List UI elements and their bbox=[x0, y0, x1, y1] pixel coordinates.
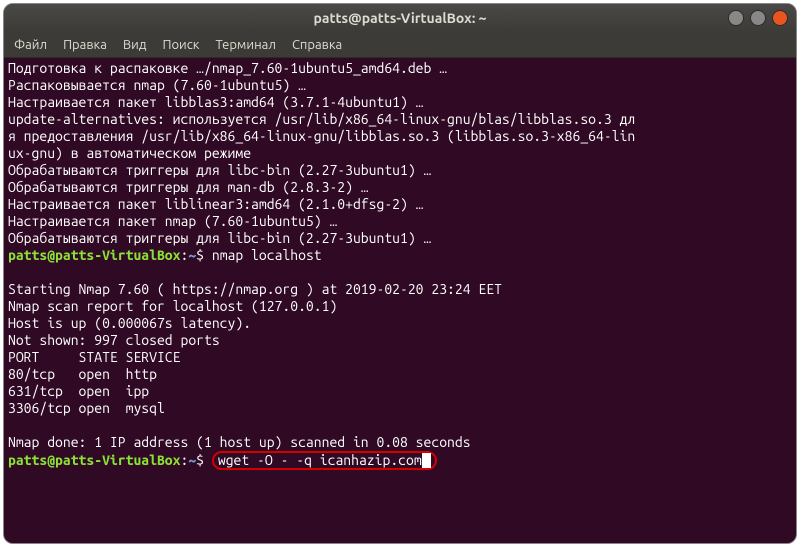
output-line: Настраивается пакет libblas3:amd64 (3.7.… bbox=[8, 94, 424, 110]
title-bar: patts@patts-VirtualBox: ~ bbox=[4, 4, 796, 32]
output-line: 3306/tcp open mysql bbox=[8, 400, 165, 416]
close-button[interactable] bbox=[772, 10, 788, 26]
prompt-end: $ bbox=[196, 247, 212, 263]
output-line: Nmap scan report for localhost (127.0.0.… bbox=[8, 298, 337, 314]
output-line: Not shown: 997 closed ports bbox=[8, 332, 220, 348]
window-controls bbox=[728, 10, 788, 26]
output-line: PORT STATE SERVICE bbox=[8, 349, 180, 365]
output-line: ux-gnu) в автоматическом режиме bbox=[8, 145, 251, 161]
window-title: patts@patts-VirtualBox: ~ bbox=[12, 10, 788, 26]
menu-bar: Файл Правка Вид Поиск Терминал Справка bbox=[4, 32, 796, 58]
output-line: Nmap done: 1 IP address (1 host up) scan… bbox=[8, 434, 471, 450]
menu-search[interactable]: Поиск bbox=[162, 38, 199, 52]
output-line: 80/tcp open http bbox=[8, 366, 157, 382]
output-line: Обрабатываются триггеры для man-db (2.8.… bbox=[8, 179, 369, 195]
output-line: Настраивается пакет nmap (7.60-1ubuntu5)… bbox=[8, 213, 337, 229]
output-line: Подготовка к распаковке …/nmap_7.60-1ubu… bbox=[8, 60, 447, 76]
output-line: Обрабатываются триггеры для libc-bin (2.… bbox=[8, 230, 431, 246]
command-text: nmap localhost bbox=[212, 247, 322, 263]
output-line: 631/tcp open ipp bbox=[8, 383, 149, 399]
output-line: Настраивается пакет liblinear3:amd64 (2.… bbox=[8, 196, 424, 212]
menu-file[interactable]: Файл bbox=[14, 38, 47, 52]
prompt-user: patts@patts-VirtualBox bbox=[8, 247, 180, 263]
prompt-end: $ bbox=[196, 452, 212, 468]
terminal-body[interactable]: Подготовка к распаковке …/nmap_7.60-1ubu… bbox=[4, 58, 796, 543]
menu-terminal[interactable]: Терминал bbox=[215, 38, 275, 52]
menu-edit[interactable]: Правка bbox=[63, 38, 107, 52]
minimize-button[interactable] bbox=[728, 10, 744, 26]
prompt-user: patts@patts-VirtualBox bbox=[8, 452, 180, 468]
output-line: Host is up (0.000067s latency). bbox=[8, 315, 251, 331]
terminal-window: patts@patts-VirtualBox: ~ Файл Правка Ви… bbox=[3, 3, 797, 544]
command-text: wget -O - -q icanhazip.com bbox=[218, 452, 422, 468]
maximize-button[interactable] bbox=[750, 10, 766, 26]
menu-help[interactable]: Справка bbox=[292, 38, 342, 52]
menu-view[interactable]: Вид bbox=[123, 38, 147, 52]
highlighted-command: wget -O - -q icanhazip.com bbox=[212, 451, 437, 470]
output-line: update-alternatives: используется /usr/l… bbox=[8, 111, 635, 127]
cursor-icon bbox=[422, 453, 431, 468]
prompt-path: ~ bbox=[188, 247, 196, 263]
output-line: Обрабатываются триггеры для libc-bin (2.… bbox=[8, 162, 431, 178]
output-line: я предоставления /usr/lib/x86_64-linux-g… bbox=[8, 128, 635, 144]
prompt-path: ~ bbox=[188, 452, 196, 468]
output-line: Starting Nmap 7.60 ( https://nmap.org ) … bbox=[8, 281, 502, 297]
output-line: Распаковывается nmap (7.60-1ubuntu5) … bbox=[8, 77, 306, 93]
